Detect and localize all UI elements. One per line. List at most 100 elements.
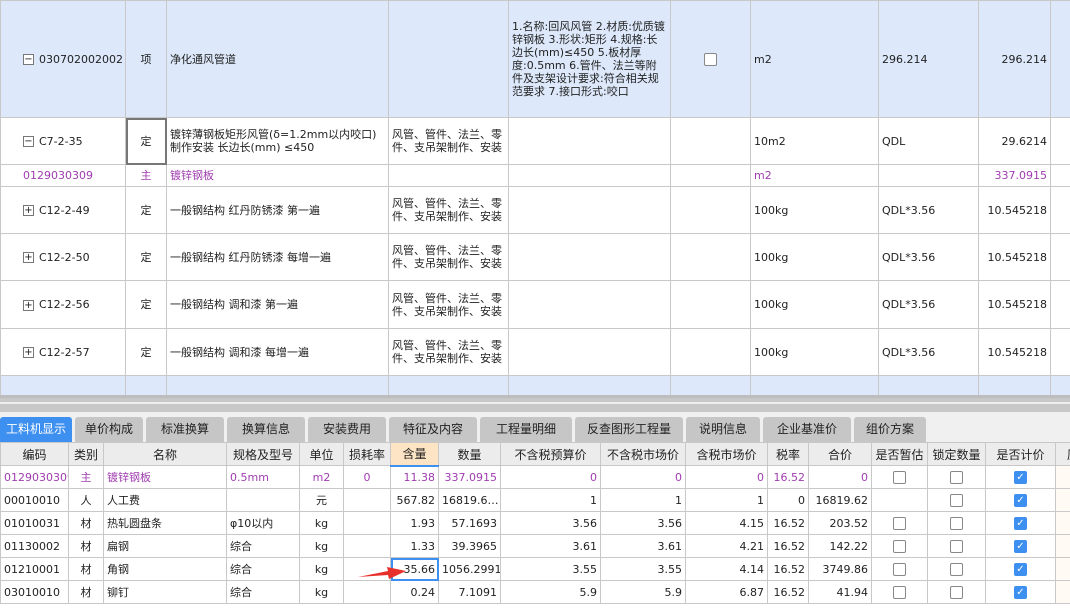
cell[interactable]: 3.56 (500, 511, 601, 535)
column-header[interactable]: 含税市场价 (685, 442, 768, 466)
tab-8[interactable]: 说明信息 (686, 417, 760, 442)
table-row[interactable]: 03010010 材铆钉 综合 kg 0.24 7.1091 5.9 5.9 6.87 16.52… (0, 580, 1070, 604)
cell[interactable]: 材 (68, 534, 104, 558)
cell[interactable]: 1 (600, 488, 686, 512)
lock-checkbox[interactable] (950, 470, 963, 484)
cell[interactable]: 0 (808, 465, 872, 489)
column-header[interactable]: 是否暂估 (871, 442, 928, 466)
cell[interactable]: 铆钉 (103, 580, 227, 604)
cell[interactable]: 人 (68, 488, 104, 512)
cell[interactable]: 0 (767, 488, 809, 512)
cell[interactable]: 4.14 (685, 557, 768, 581)
cell[interactable]: 41.94 (808, 580, 872, 604)
cell[interactable] (343, 488, 391, 512)
tab-5[interactable]: 特征及内容 (389, 417, 477, 442)
tree-row[interactable]: 0129030309 主镀锌钢板 m2 337.0915 (0, 164, 1070, 187)
cell[interactable]: φ10以内 (226, 511, 300, 535)
column-header[interactable]: 原 (1055, 442, 1070, 466)
cell[interactable]: 3.61 (600, 534, 686, 558)
column-header[interactable]: 规格及型号 (226, 442, 300, 466)
cell[interactable]: 材 (68, 557, 104, 581)
cell[interactable]: 4.21 (685, 534, 768, 558)
price-checkbox[interactable]: ✓ (1014, 516, 1027, 530)
row-checkbox[interactable] (704, 52, 717, 66)
cell[interactable]: 5.9 (500, 580, 601, 604)
cell[interactable]: 1 (500, 488, 601, 512)
tree-row[interactable]: 1.名称:回风风管 (0, 375, 1070, 395)
cell[interactable]: 1056.2991 (438, 557, 501, 581)
cell[interactable]: 角钢 (103, 557, 227, 581)
cell[interactable]: 16.52 (767, 511, 809, 535)
cell[interactable]: 39.3965 (438, 534, 501, 558)
est-checkbox[interactable] (893, 516, 906, 530)
cell[interactable]: 0129030309 (0, 465, 69, 489)
cell[interactable]: 1.33 (390, 534, 439, 558)
column-header[interactable]: 不含税市场价 (600, 442, 686, 466)
tab-7[interactable]: 反查图形工程量 (575, 417, 683, 442)
cell[interactable]: 11.38 (390, 465, 439, 489)
lock-checkbox[interactable] (950, 585, 963, 599)
lock-checkbox[interactable] (950, 562, 963, 576)
expand-icon[interactable]: + (23, 347, 34, 358)
expand-icon[interactable]: + (23, 299, 34, 311)
price-checkbox[interactable]: ✓ (1014, 562, 1027, 576)
est-checkbox[interactable] (893, 562, 906, 576)
cell[interactable]: 6.87 (685, 580, 768, 604)
column-header[interactable]: 税率 (767, 442, 809, 466)
tree-row[interactable]: + C12-2-57 定一般钢结构 调和漆 每增一遍 风管、管件、法兰、零件、支吊架制… (0, 328, 1070, 376)
cell[interactable]: 热轧圆盘条 (103, 511, 227, 535)
cell[interactable]: 16.52 (767, 580, 809, 604)
expand-icon[interactable]: + (23, 252, 34, 263)
cell[interactable]: 材 (68, 511, 104, 535)
cell[interactable]: 567.82 (390, 488, 439, 512)
lock-checkbox[interactable] (950, 516, 963, 530)
cell[interactable]: 01210001 (0, 557, 69, 581)
column-header[interactable]: 不含税预算价 (500, 442, 601, 466)
cell[interactable]: 综合 (226, 557, 300, 581)
cell[interactable]: 16.52 (767, 557, 809, 581)
cell[interactable]: m2 (299, 465, 344, 489)
tab-4[interactable]: 安装费用 (308, 417, 386, 442)
price-checkbox[interactable]: ✓ (1014, 470, 1027, 484)
est-checkbox[interactable] (893, 470, 906, 484)
cell[interactable]: 镀锌钢板 (103, 465, 227, 489)
cell[interactable]: kg (299, 557, 344, 581)
price-checkbox[interactable]: ✓ (1014, 539, 1027, 553)
cell[interactable]: 01130002 (0, 534, 69, 558)
cell[interactable]: 0.5mm (226, 465, 300, 489)
table-row[interactable]: 0129030309 主镀锌钢板 0.5mm m2 0 11.38 337.0915 0 0 0 1… (0, 465, 1070, 489)
table-row[interactable]: 00010010 人人工费元 567.82 16819.6… 1 1 1 0 16819.62 ✓ (0, 488, 1070, 512)
collapse-icon[interactable]: − (23, 136, 34, 147)
column-header[interactable]: 是否计价 (985, 442, 1056, 466)
cell[interactable]: 16.52 (767, 465, 809, 489)
lock-checkbox[interactable] (950, 539, 963, 553)
column-header[interactable]: 合价 (808, 442, 872, 466)
cell[interactable]: 综合 (226, 580, 300, 604)
tree-row[interactable]: + C12-2-49 定一般钢结构 红丹防锈漆 第一遍 风管、管件、法兰、零件、支吊架… (0, 186, 1070, 234)
tree-row[interactable]: − C7-2-35 定镀锌薄钢板矩形风管(δ=1.2mm以内咬口)制作安装 长边长(… (0, 117, 1070, 165)
tree-row[interactable]: −030702002002 项净化通风管道 1.名称:回风风管 2.材质:优质镀锌钢… (0, 0, 1070, 118)
tab-2[interactable]: 标准换算 (146, 417, 224, 442)
cell[interactable] (343, 534, 391, 558)
cell[interactable]: 0 (600, 465, 686, 489)
cell[interactable]: kg (299, 580, 344, 604)
column-header[interactable]: 数量 (438, 442, 501, 466)
column-header[interactable]: 编码 (0, 442, 69, 466)
cell[interactable]: 1.93 (390, 511, 439, 535)
cell[interactable]: 16.52 (767, 534, 809, 558)
tree-row[interactable]: + C12-2-50 定一般钢结构 红丹防锈漆 每增一遍 风管、管件、法兰、零件、支吊… (0, 233, 1070, 281)
column-header[interactable]: 含量 (390, 442, 439, 467)
cell[interactable]: kg (299, 511, 344, 535)
cell[interactable]: 03010010 (0, 580, 69, 604)
cell[interactable]: 5.9 (600, 580, 686, 604)
cell[interactable]: 142.22 (808, 534, 872, 558)
tree-row[interactable]: + C12-2-56 定一般钢结构 调和漆 第一遍 风管、管件、法兰、零件、支吊架制作… (0, 280, 1070, 329)
tab-3[interactable]: 换算信息 (227, 417, 305, 442)
cell[interactable]: kg (299, 534, 344, 558)
cell[interactable]: 16819.6… (438, 488, 501, 512)
cell[interactable]: 16819.62 (808, 488, 872, 512)
cell[interactable] (343, 580, 391, 604)
cell[interactable]: 主 (68, 465, 104, 489)
cell[interactable]: 综合 (226, 534, 300, 558)
table-row[interactable]: 01010031 材热轧圆盘条 φ10以内 kg 1.93 57.1693 3.56 3.56… (0, 511, 1070, 535)
